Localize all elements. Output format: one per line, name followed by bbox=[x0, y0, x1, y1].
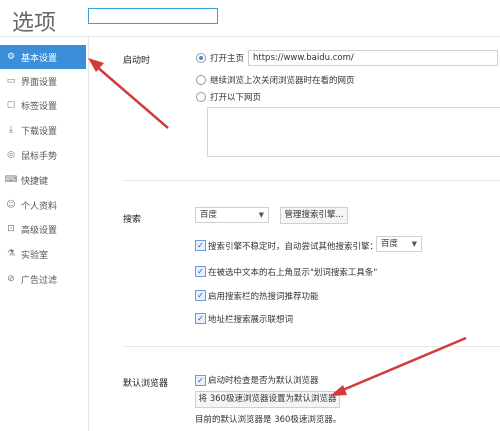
arrow-to-sidebar bbox=[88, 58, 169, 129]
annotation-arrows bbox=[88, 58, 467, 396]
arrow-to-default-button bbox=[330, 336, 467, 396]
